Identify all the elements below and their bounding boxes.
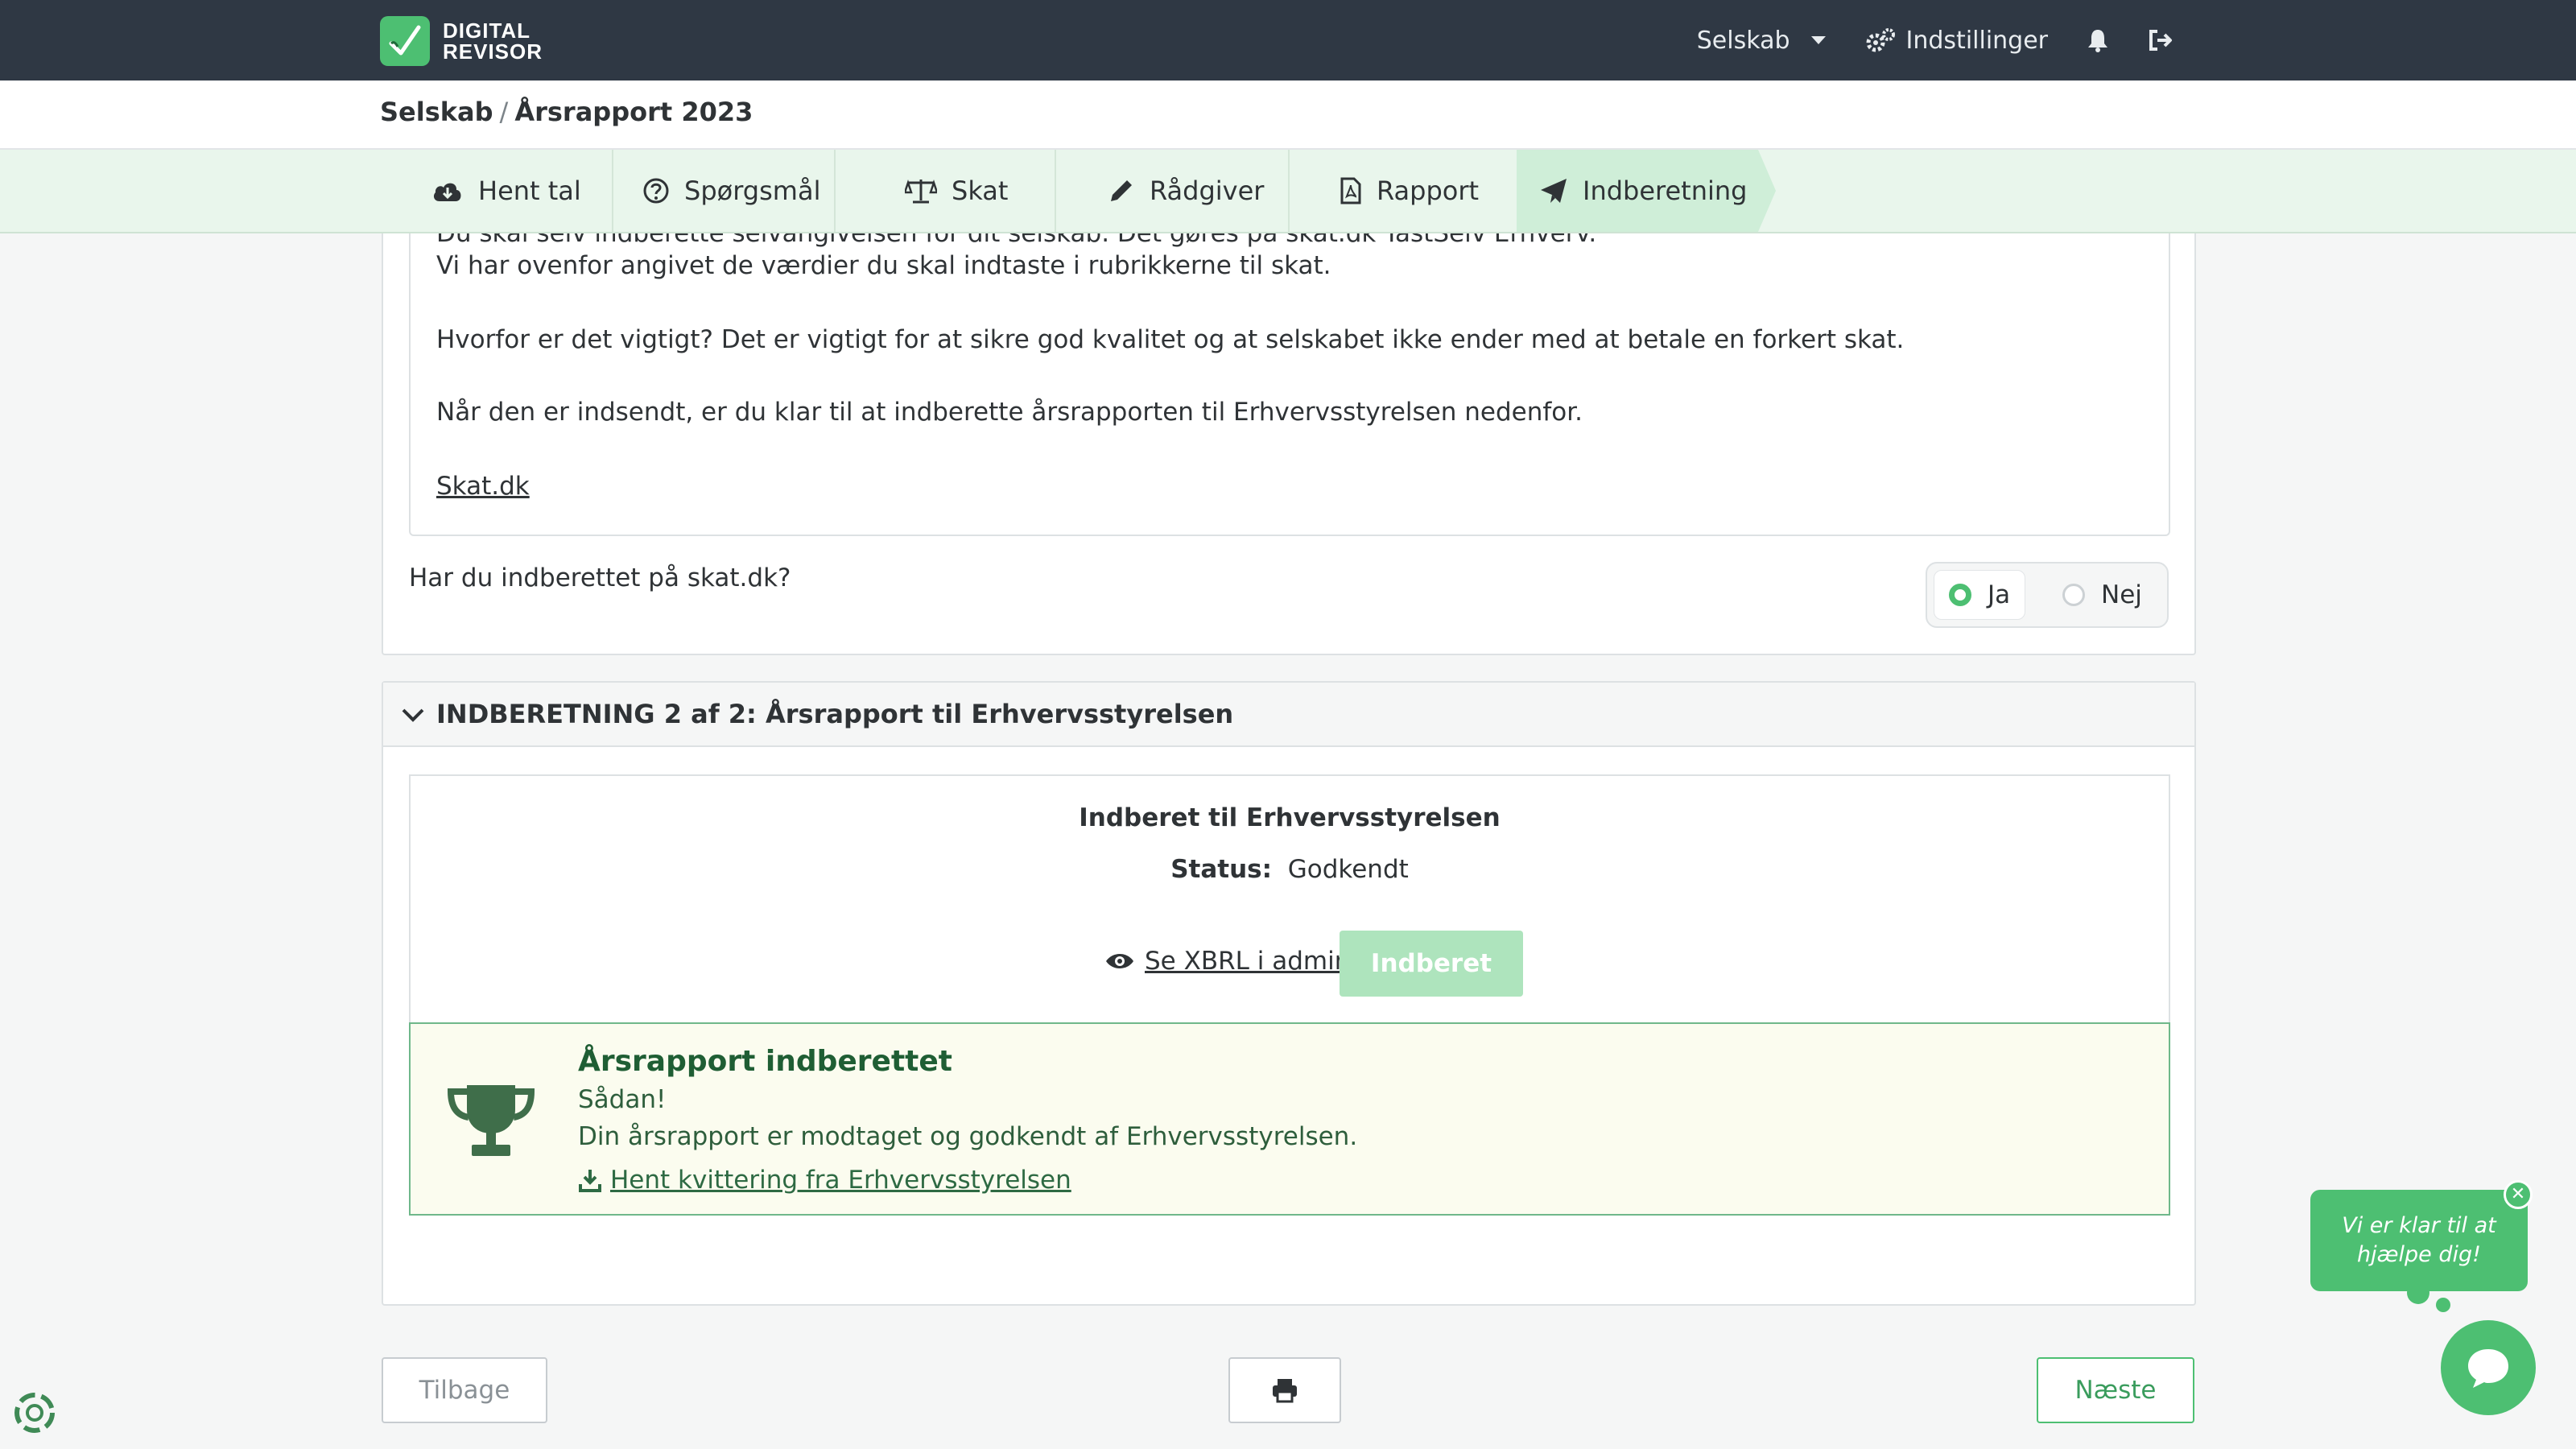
radio-yes[interactable]: Ja	[1934, 570, 2026, 620]
radio-no[interactable]: Nej	[2048, 570, 2157, 620]
tab-divider	[1288, 150, 1290, 232]
tax-reporting-card: Du skal selv indberette selvangivelsen f…	[382, 233, 2196, 655]
tab-label: Indberetning	[1583, 175, 1748, 206]
eye-icon	[1106, 954, 1133, 968]
section-header[interactable]: INDBERETNING 2 af 2: Årsrapport til Erhv…	[383, 683, 2194, 747]
info-text: Når den er indsendt, er du klar til at i…	[436, 398, 1583, 427]
company-menu[interactable]: Selskab	[1697, 27, 1826, 55]
settings-label: Indstillinger	[1905, 26, 2048, 55]
caret-down-icon	[1810, 36, 1826, 44]
tab-hent-tal[interactable]: Hent tal	[431, 150, 581, 232]
xbrl-link[interactable]: Se XBRL i admin	[1104, 947, 1350, 976]
tab-label: Skat	[952, 175, 1009, 206]
receipt-link-label: Hent kvittering fra Erhvervsstyrelsen	[610, 1166, 1071, 1195]
submit-button[interactable]: Indberet	[1340, 931, 1523, 997]
breadcrumb-company[interactable]: Selskab	[380, 97, 493, 127]
top-navbar: DIGITAL REVISOR Selskab Indstillinger	[0, 0, 2576, 80]
back-button[interactable]: Tilbage	[382, 1357, 547, 1423]
tab-rapport[interactable]: Rapport	[1340, 150, 1479, 232]
tab-label: Rådgiver	[1150, 175, 1265, 206]
sign-out-icon	[2149, 30, 2172, 51]
cloud-download-icon	[433, 183, 461, 201]
chat-launcher-button[interactable]	[2441, 1320, 2536, 1415]
radio-checked-icon	[1949, 584, 1971, 606]
company-menu-label: Selskab	[1696, 26, 1790, 55]
skat-radio-group: Ja Nej	[1926, 562, 2169, 628]
print-icon	[1273, 1379, 1297, 1403]
breadcrumb: Selskab / Årsrapport 2023	[380, 97, 753, 127]
paper-plane-icon	[1541, 179, 1567, 203]
success-text: Sådan!	[578, 1085, 667, 1114]
annual-report-card: INDBERETNING 2 af 2: Årsrapport til Erhv…	[382, 681, 2196, 1306]
skat-dk-link[interactable]: Skat.dk	[436, 472, 530, 501]
success-text: Din årsrapport er modtaget og godkendt a…	[578, 1122, 1358, 1151]
tab-indberetning[interactable]: Indberetning	[1517, 150, 1776, 232]
radio-unchecked-icon	[2062, 584, 2085, 606]
question-circle-icon	[643, 178, 669, 204]
chat-tail-dot	[2436, 1298, 2450, 1312]
gears-icon	[1866, 28, 1895, 52]
tab-label: Spørgsmål	[684, 175, 821, 206]
radio-no-label: Nej	[2101, 580, 2142, 609]
file-pdf-icon	[1340, 177, 1361, 204]
xbrl-link-label: Se XBRL i admin	[1145, 947, 1351, 976]
tab-radgiver[interactable]: Rådgiver	[1108, 150, 1264, 232]
tax-info-box: Du skal selv indberette selvangivelsen f…	[409, 233, 2170, 536]
download-icon	[579, 1170, 601, 1192]
chat-bubble[interactable]: Vi er klar til at hjælpe dig! ✕	[2310, 1180, 2533, 1291]
info-text: Hvorfor er det vigtigt? Det er vigtigt f…	[436, 325, 1905, 354]
skat-question: Har du indberettet på skat.dk?	[409, 564, 791, 592]
tab-label: Rapport	[1377, 175, 1480, 206]
chat-bubble-text: Vi er klar til at hjælpe dig!	[2342, 1213, 2496, 1267]
status-value: Godkendt	[1287, 855, 1409, 884]
bell-icon	[2088, 30, 2107, 52]
success-title: Årsrapport indberettet	[578, 1045, 952, 1078]
breadcrumb-bar: Selskab / Årsrapport 2023	[0, 80, 2576, 150]
radio-yes-label: Ja	[1988, 580, 2011, 609]
accessibility-widget-icon[interactable]	[11, 1389, 58, 1439]
breadcrumb-separator: /	[499, 97, 509, 127]
chat-icon	[2468, 1349, 2508, 1388]
tab-divider	[1055, 150, 1056, 232]
tab-divider	[612, 150, 613, 232]
logout-button[interactable]	[2148, 28, 2174, 52]
logo[interactable]: DIGITAL REVISOR	[380, 16, 543, 66]
tab-label: Hent tal	[478, 175, 581, 206]
pencil-icon	[1111, 180, 1132, 201]
receipt-download-link[interactable]: Hent kvittering fra Erhvervsstyrelsen	[578, 1166, 1071, 1195]
tab-sporgsmal[interactable]: Spørgsmål	[642, 150, 820, 232]
status-row: Status: Godkendt	[411, 855, 2169, 884]
chat-tail-dot	[2407, 1282, 2429, 1304]
section-title: INDBERETNING 2 af 2: Årsrapport til Erhv…	[436, 699, 1234, 729]
settings-link[interactable]: Indstillinger	[1864, 27, 2048, 55]
tab-skat[interactable]: Skat	[905, 150, 1008, 232]
logo-check-icon	[380, 16, 430, 66]
status-heading: Indberet til Erhvervsstyrelsen	[1079, 803, 1501, 832]
chevron-down-icon	[402, 708, 424, 722]
info-text: Vi har ovenfor angivet de værdier du ska…	[436, 251, 1331, 280]
notifications-button[interactable]	[2087, 28, 2109, 52]
success-alert: Årsrapport indberettet Sådan! Din årsrap…	[409, 1022, 2170, 1216]
close-icon[interactable]: ✕	[2504, 1180, 2533, 1209]
print-button[interactable]	[1228, 1357, 1341, 1423]
status-box: Indberet til Erhvervsstyrelsen Status: G…	[409, 774, 2170, 1022]
next-button[interactable]: Næste	[2037, 1357, 2194, 1423]
tab-divider	[834, 150, 836, 232]
logo-text: DIGITAL REVISOR	[443, 19, 543, 64]
trophy-icon	[447, 1085, 535, 1156]
balance-scale-icon	[905, 180, 937, 204]
breadcrumb-current: Årsrapport 2023	[514, 97, 753, 127]
status-label: Status:	[1170, 855, 1272, 884]
step-tabs: Hent tal Spørgsmål Skat Rådgiver Rapport…	[0, 150, 2576, 233]
